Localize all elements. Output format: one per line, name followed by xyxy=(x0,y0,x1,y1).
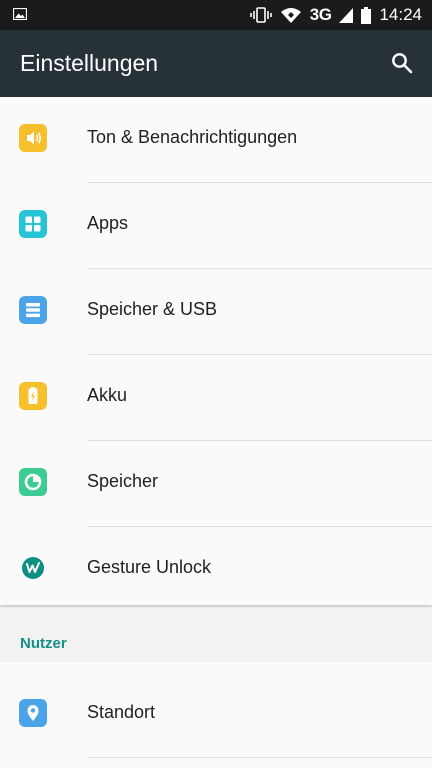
status-bar: 3G 14:24 xyxy=(0,0,432,30)
settings-item-label: Standort xyxy=(87,702,156,722)
settings-item-label: Akku xyxy=(87,385,128,405)
apps-icon xyxy=(19,210,47,238)
location-icon xyxy=(19,699,47,727)
settings-item-location[interactable]: Standort xyxy=(0,672,432,758)
settings-item-battery[interactable]: Akku xyxy=(0,355,432,441)
settings-item-label: Gesture Unlock xyxy=(87,557,212,577)
clock: 14:24 xyxy=(379,5,422,24)
settings-item-apps[interactable]: Apps xyxy=(0,183,432,269)
app-bar: Einstellungen xyxy=(0,30,432,97)
signal-icon xyxy=(339,7,354,23)
sound-icon xyxy=(19,124,47,152)
settings-item-label: Ton & Benachrichtigungen xyxy=(87,127,298,147)
gesture-unlock-icon xyxy=(22,557,44,579)
settings-item-label: Apps xyxy=(87,213,129,233)
battery-status-icon xyxy=(361,6,372,24)
device-settings-card: Ton & Benachrichtigungen Apps Speicher &… xyxy=(0,97,432,605)
settings-item-label: Speicher xyxy=(87,471,159,491)
section-header-user: Nutzer xyxy=(20,635,67,652)
divider xyxy=(87,757,432,758)
search-icon[interactable] xyxy=(390,51,414,75)
settings-item-storage-usb[interactable]: Speicher & USB xyxy=(0,269,432,355)
user-settings-card: Standort xyxy=(0,662,432,768)
settings-item-label: Speicher & USB xyxy=(87,299,218,319)
wifi-icon xyxy=(280,8,301,23)
settings-item-sound[interactable]: Ton & Benachrichtigungen xyxy=(0,97,432,183)
page-title: Einstellungen xyxy=(20,50,159,76)
network-type: 3G xyxy=(309,5,332,24)
vibrate-icon xyxy=(249,7,272,23)
memory-icon xyxy=(19,468,47,496)
image-notification-icon xyxy=(13,8,27,20)
storage-icon xyxy=(19,296,47,324)
settings-item-memory[interactable]: Speicher xyxy=(0,441,432,527)
battery-icon xyxy=(19,382,47,410)
settings-item-gesture-unlock[interactable]: Gesture Unlock xyxy=(0,527,432,613)
